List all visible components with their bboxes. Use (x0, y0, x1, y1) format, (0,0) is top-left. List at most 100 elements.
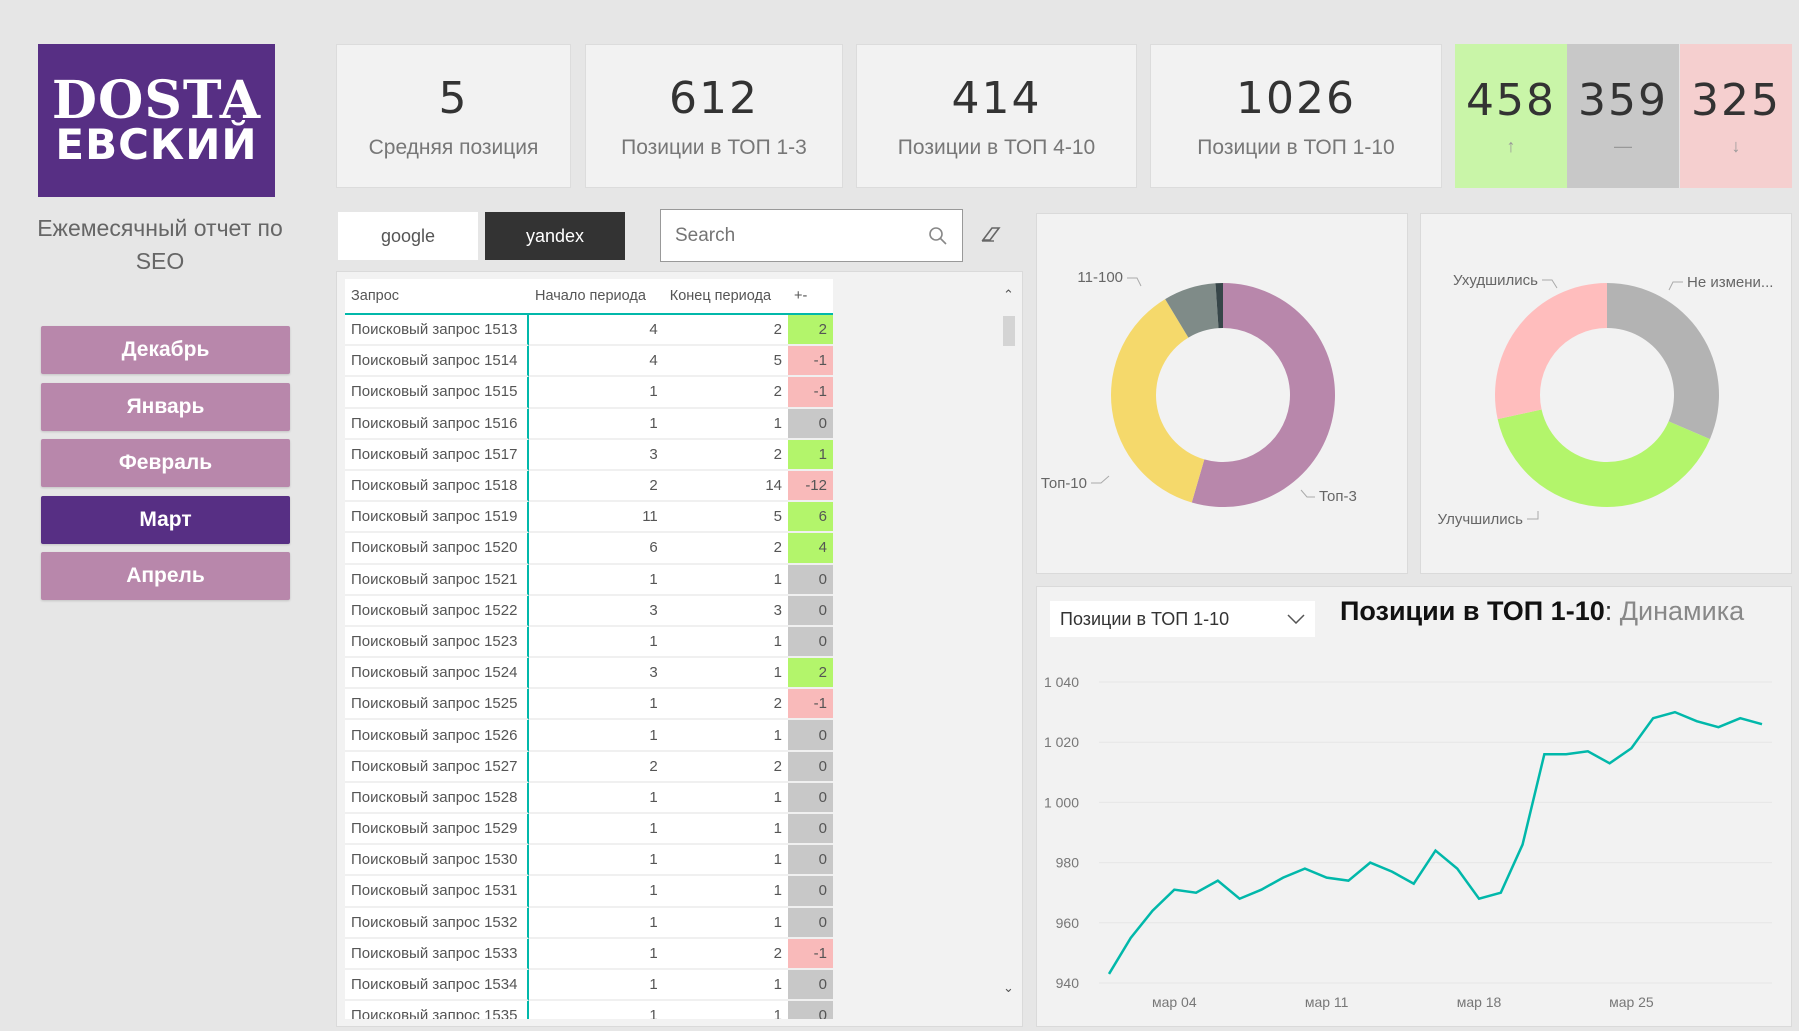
kpi-top-1-10: 1026 Позиции в ТОП 1-10 (1150, 44, 1442, 188)
delta-cell: 0 (788, 1001, 833, 1019)
start-cell: 3 (529, 439, 664, 471)
table-row[interactable]: Поисковый запрос 1518 2 14 -12 (345, 470, 833, 503)
query-cell: Поисковый запрос 1521 (345, 564, 529, 596)
column-header-delta[interactable]: +- (788, 279, 833, 315)
table-row[interactable]: Поисковый запрос 1525 1 2 -1 (345, 689, 833, 721)
query-cell: Поисковый запрос 1520 (345, 533, 529, 565)
delta-cell: 0 (788, 907, 833, 939)
search-input[interactable] (675, 224, 915, 247)
scroll-up-icon[interactable]: ⌃ (1003, 287, 1014, 303)
end-cell: 1 (663, 1001, 788, 1019)
donut-label: Топ-10 (1041, 475, 1087, 492)
table-row[interactable]: Поисковый запрос 1517 3 2 1 (345, 439, 833, 471)
query-cell: Поисковый запрос 1527 (345, 751, 529, 783)
table-row[interactable]: Поисковый запрос 1528 1 1 0 (345, 782, 833, 814)
column-header-query[interactable]: Запрос (345, 279, 529, 315)
donut-label: Ухудшились (1453, 272, 1538, 289)
table-row[interactable]: Поисковый запрос 1514 4 5 -1 (345, 346, 833, 378)
query-cell: Поисковый запрос 1530 (345, 845, 529, 877)
month-button-april[interactable]: Апрель (41, 552, 290, 600)
tab-google[interactable]: google (338, 212, 478, 260)
table-row[interactable]: Поисковый запрос 1530 1 1 0 (345, 845, 833, 877)
table-row[interactable]: Поисковый запрос 1526 1 1 0 (345, 720, 833, 752)
y-tick-label: 960 (1056, 915, 1080, 931)
start-cell: 1 (529, 845, 664, 877)
table-row[interactable]: Поисковый запрос 1519 11 5 6 (345, 502, 833, 534)
y-tick-label: 940 (1056, 975, 1080, 991)
donut-slice[interactable] (1495, 283, 1607, 420)
start-cell: 1 (529, 876, 664, 908)
delta-cell: -12 (788, 470, 833, 503)
search-icon[interactable] (928, 226, 948, 246)
tab-yandex[interactable]: yandex (485, 212, 625, 260)
chart-title-sub: Динамика (1619, 596, 1745, 626)
table-row[interactable]: Поисковый запрос 1535 1 1 0 (345, 1001, 833, 1019)
month-button-february[interactable]: Февраль (41, 439, 290, 487)
chevron-down-icon (1287, 614, 1305, 624)
start-cell: 1 (529, 1001, 664, 1019)
delta-cell: -1 (788, 346, 833, 378)
end-cell: 2 (663, 751, 788, 783)
y-tick-label: 1 040 (1044, 674, 1079, 690)
delta-cell: 4 (788, 533, 833, 565)
month-button-december[interactable]: Декабрь (41, 326, 290, 374)
table-row[interactable]: Поисковый запрос 1527 2 2 0 (345, 751, 833, 783)
donut-chart-top-distribution: 11-100 Топ-10 Топ-3 (1036, 213, 1408, 574)
query-cell: Поисковый запрос 1519 (345, 502, 529, 534)
end-cell: 1 (663, 408, 788, 440)
end-cell: 1 (663, 876, 788, 908)
table-row[interactable]: Поисковый запрос 1513 4 2 2 (345, 315, 833, 347)
delta-cell: 0 (788, 845, 833, 877)
start-cell: 1 (529, 814, 664, 846)
start-cell: 1 (529, 689, 664, 721)
donut-label: Топ-3 (1319, 488, 1357, 505)
kpi-value: 5 (438, 72, 469, 124)
x-tick-label: мар 11 (1305, 994, 1349, 1010)
chart-title-separator: : (1604, 596, 1620, 626)
table-row[interactable]: Поисковый запрос 1533 1 2 -1 (345, 938, 833, 970)
table-row[interactable]: Поисковый запрос 1520 6 2 4 (345, 533, 833, 565)
metric-dropdown[interactable]: Позиции в ТОП 1-10 (1050, 601, 1315, 637)
kpi-value: 1026 (1236, 72, 1356, 124)
table-row[interactable]: Поисковый запрос 1515 1 2 -1 (345, 377, 833, 409)
queries-table: Запрос Начало периода Конец периода +- П… (345, 279, 833, 1019)
column-header-start[interactable]: Начало периода (529, 279, 664, 315)
scroll-down-icon[interactable]: ⌄ (1003, 980, 1014, 996)
table-row[interactable]: Поисковый запрос 1524 3 1 2 (345, 658, 833, 690)
table-row[interactable]: Поисковый запрос 1523 1 1 0 (345, 626, 833, 659)
start-cell: 1 (529, 626, 664, 659)
table-row[interactable]: Поисковый запрос 1522 3 3 0 (345, 595, 833, 627)
search-box[interactable] (660, 209, 963, 262)
donut-slice[interactable] (1607, 283, 1719, 440)
chart-title-main: Позиции в ТОП 1-10 (1340, 596, 1605, 626)
table-row[interactable]: Поисковый запрос 1531 1 1 0 (345, 876, 833, 908)
table-row[interactable]: Поисковый запрос 1529 1 1 0 (345, 814, 833, 846)
scrollbar-thumb[interactable] (1003, 316, 1015, 346)
leader-line (1542, 279, 1558, 289)
eraser-icon[interactable] (980, 225, 1002, 243)
start-cell: 2 (529, 470, 664, 503)
y-tick-label: 980 (1056, 855, 1080, 871)
kpi-top-1-3: 612 Позиции в ТОП 1-3 (585, 44, 843, 188)
month-button-january[interactable]: Январь (41, 383, 290, 431)
start-cell: 6 (529, 533, 664, 565)
start-cell: 4 (529, 315, 664, 347)
query-cell: Поисковый запрос 1513 (345, 315, 529, 347)
series-line[interactable] (1107, 710, 1763, 975)
kpi-improved: 458 ↑ (1455, 44, 1567, 188)
column-header-end[interactable]: Конец периода (663, 279, 788, 315)
table-row[interactable]: Поисковый запрос 1521 1 1 0 (345, 564, 833, 596)
kpi-value: 612 (669, 72, 759, 124)
kpi-value: 414 (951, 72, 1042, 124)
start-cell: 3 (529, 595, 664, 627)
kpi-value: 359 (1578, 75, 1668, 126)
query-cell: Поисковый запрос 1526 (345, 720, 529, 752)
end-cell: 14 (663, 470, 788, 503)
donut-label: 11-100 (1077, 269, 1123, 286)
table-row[interactable]: Поисковый запрос 1516 1 1 0 (345, 408, 833, 440)
table-row[interactable]: Поисковый запрос 1532 1 1 0 (345, 907, 833, 939)
month-button-march[interactable]: Март (41, 496, 290, 544)
query-cell: Поисковый запрос 1514 (345, 346, 529, 378)
logo-line1: DOSTA (51, 69, 262, 131)
table-row[interactable]: Поисковый запрос 1534 1 1 0 (345, 969, 833, 1002)
